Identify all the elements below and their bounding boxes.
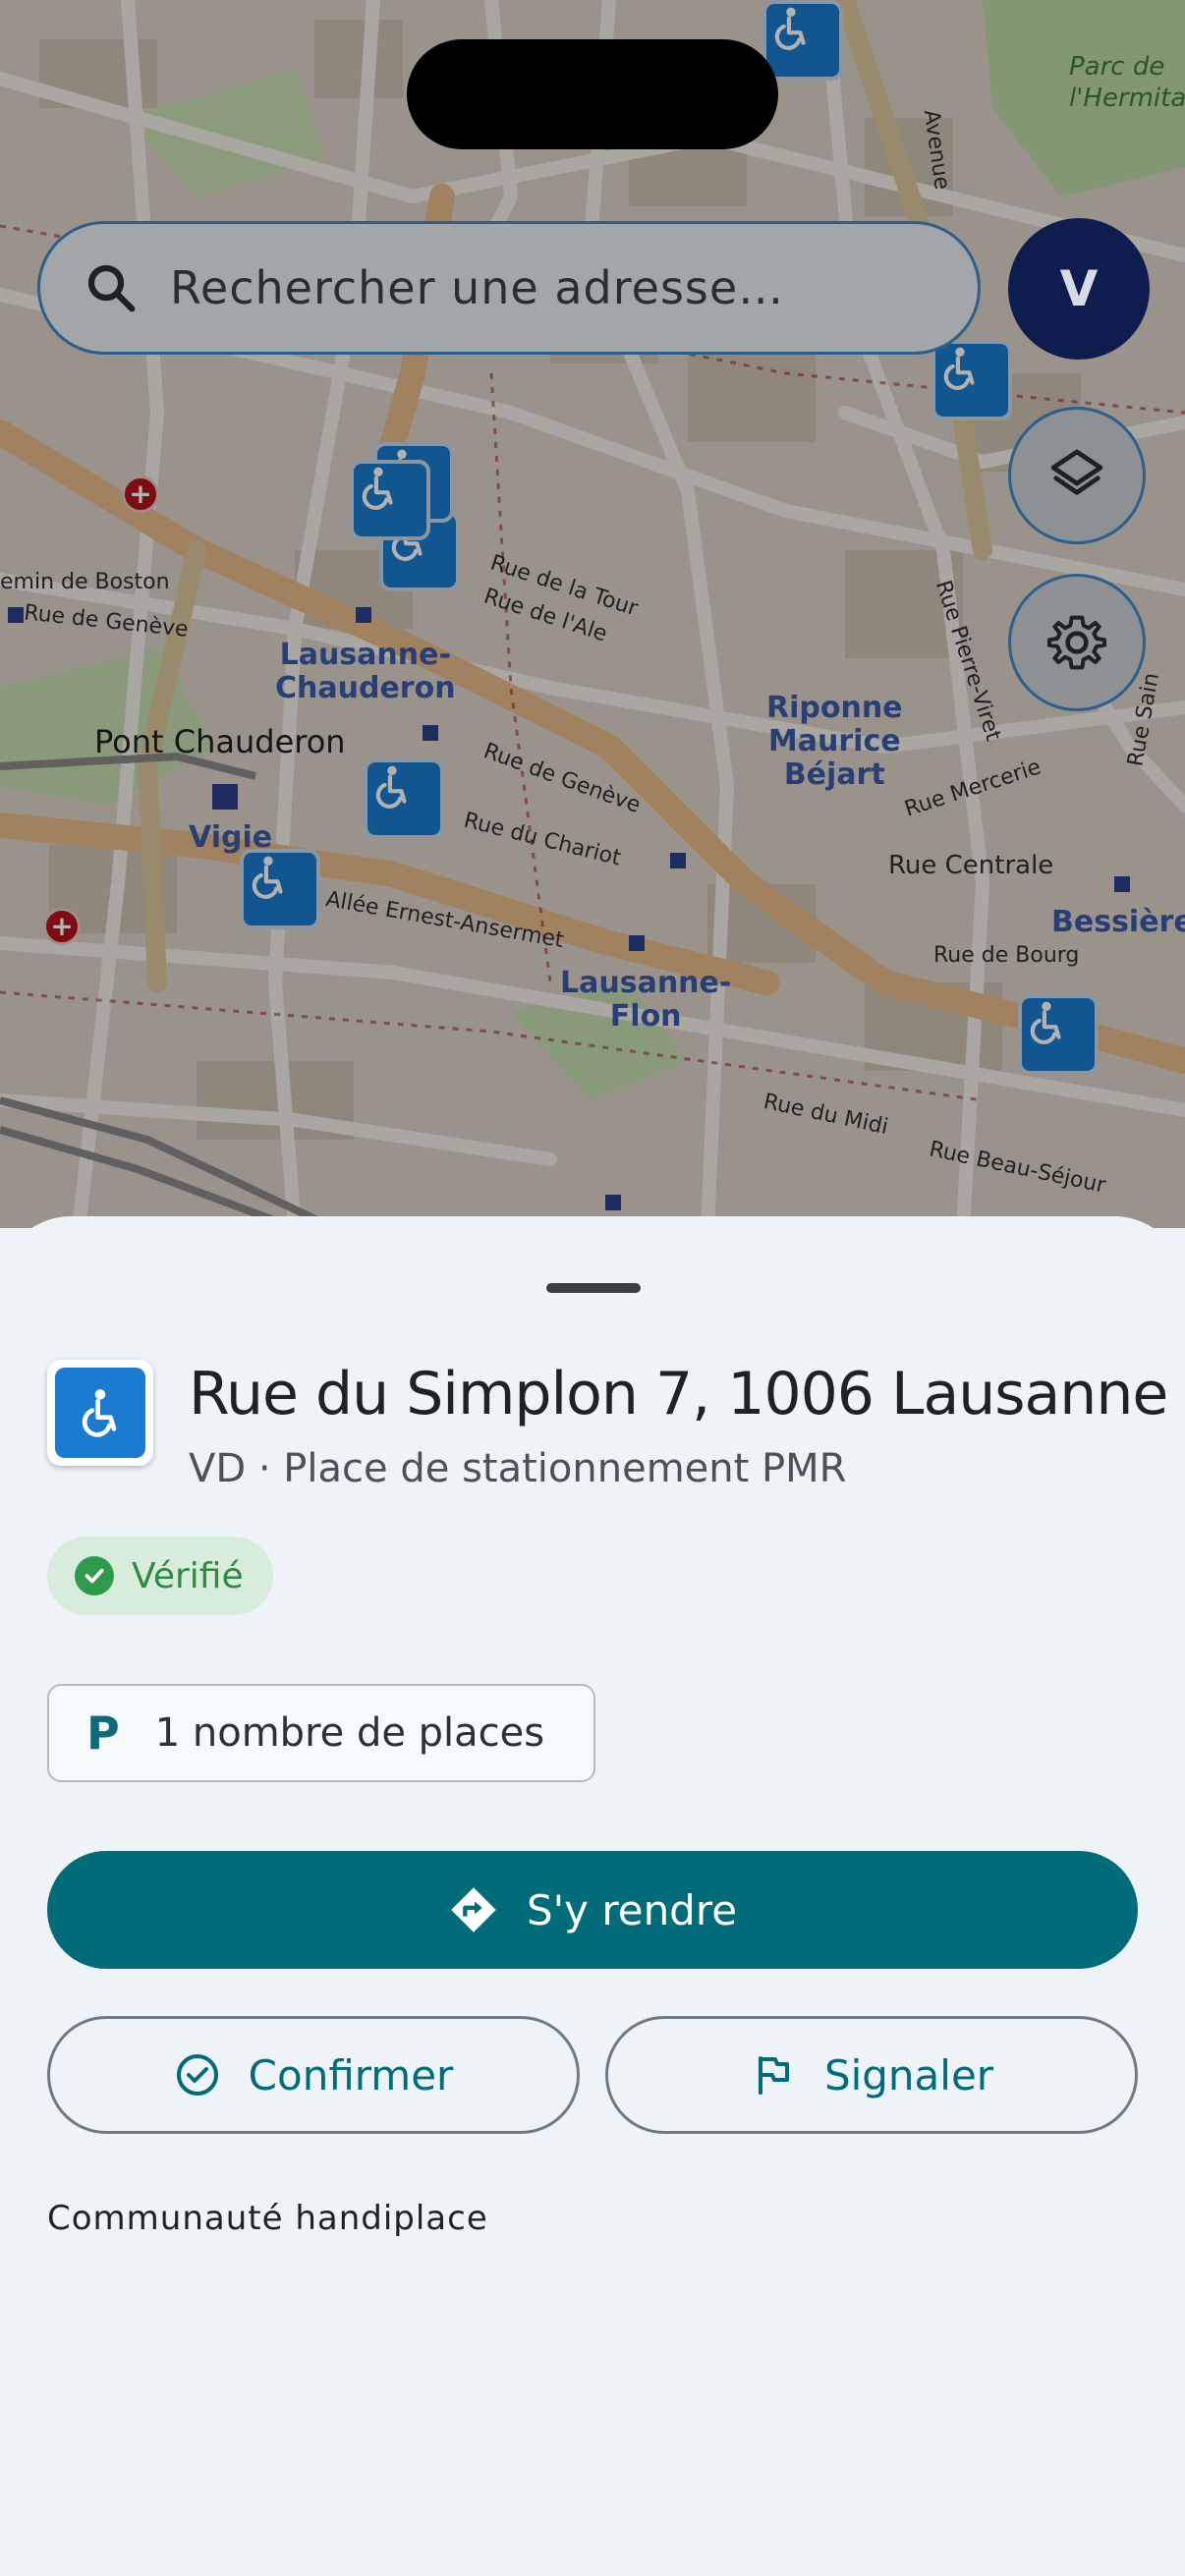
- report-button[interactable]: Signaler: [605, 2016, 1138, 2134]
- pmr-type-badge: [47, 1360, 153, 1466]
- search-icon: [87, 264, 136, 312]
- wheelchair-icon: [82, 1389, 117, 1437]
- parking-icon: P: [86, 1707, 120, 1760]
- avatar[interactable]: V: [1008, 218, 1150, 360]
- map-view[interactable]: Parc del'Hermitage Avenue Rue de la Tour…: [0, 0, 1185, 1228]
- location-subtitle: VD · Place de stationnement PMR: [189, 1446, 847, 1491]
- camera-notch: [407, 39, 778, 149]
- check-circle-icon: [75, 1556, 114, 1596]
- settings-button[interactable]: [1008, 574, 1146, 711]
- search-input[interactable]: Rechercher une adresse…: [170, 261, 784, 314]
- status-badge-label: Vérifié: [132, 1555, 244, 1596]
- gear-icon: [1047, 615, 1106, 670]
- confirm-button[interactable]: Confirmer: [47, 2016, 580, 2134]
- confirm-label: Confirmer: [248, 2050, 454, 2100]
- layers-button[interactable]: [1008, 407, 1146, 544]
- directions-label: S'y rendre: [526, 1885, 738, 1934]
- status-badge: Vérifié: [47, 1537, 273, 1615]
- directions-button[interactable]: S'y rendre: [47, 1851, 1138, 1969]
- location-title: Rue du Simplon 7, 1006 Lausanne: [189, 1360, 1168, 1428]
- places-count-chip: P 1 nombre de places: [47, 1684, 595, 1782]
- directions-icon: [451, 1887, 496, 1932]
- flag-icon: [758, 2056, 789, 2095]
- report-label: Signaler: [823, 2050, 994, 2100]
- search-bar[interactable]: Rechercher une adresse…: [37, 221, 981, 355]
- places-count-label: 1 nombre de places: [154, 1710, 545, 1756]
- sheet-drag-handle[interactable]: [546, 1283, 641, 1293]
- source-label: Communauté handiplace: [47, 2199, 488, 2238]
- map-scrim[interactable]: [0, 0, 1185, 1228]
- layers-icon: [1050, 449, 1103, 495]
- location-detail-sheet: Rue du Simplon 7, 1006 Lausanne VD · Pla…: [0, 1216, 1185, 2576]
- check-circle-outline-icon: [176, 2054, 218, 2096]
